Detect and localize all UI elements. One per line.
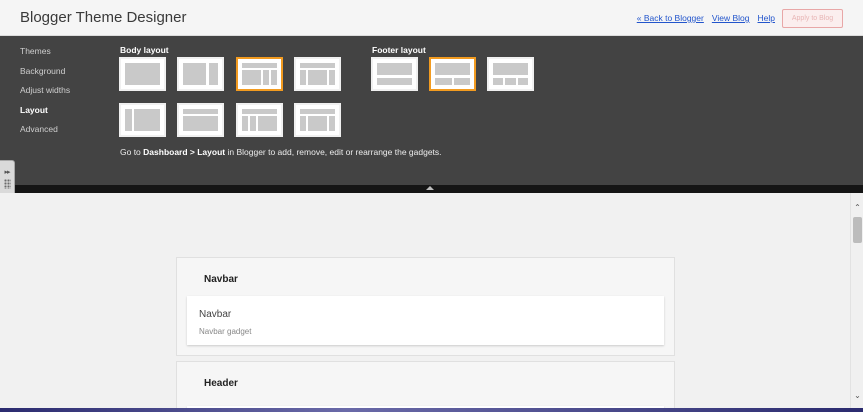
navbar-gadget[interactable]: Navbar Navbar gadget: [187, 296, 664, 345]
layout-block: [242, 116, 248, 131]
footer-layout-option-1[interactable]: [371, 57, 418, 91]
sidenav-item-themes[interactable]: Themes: [20, 46, 70, 66]
layout-block: [134, 109, 160, 131]
sidenav-item-layout[interactable]: Layout: [20, 105, 70, 125]
header-section: Header: [176, 361, 675, 412]
layout-block: [377, 63, 412, 75]
designer-panel: Themes Background Adjust widths Layout A…: [0, 36, 863, 185]
layout-block: [263, 70, 269, 85]
scroll-down-icon[interactable]: ⌄: [853, 391, 862, 400]
scrollbar-thumb[interactable]: [853, 217, 862, 243]
scroll-up-icon[interactable]: ⌃: [853, 203, 862, 212]
body-layout-option-6[interactable]: [177, 103, 224, 137]
designer-sidenav: Themes Background Adjust widths Layout A…: [20, 46, 70, 144]
layout-block: [183, 63, 206, 85]
preview-scrollbar[interactable]: ⌃ ⌄: [850, 193, 863, 412]
layout-block: [308, 70, 327, 85]
footer-layout-label: Footer layout: [372, 45, 426, 55]
layout-block: [505, 78, 516, 85]
layout-block: [329, 116, 335, 131]
view-blog-link[interactable]: View Blog: [712, 13, 750, 23]
layout-block: [125, 63, 160, 85]
body-layout-option-1[interactable]: [119, 57, 166, 91]
help-link[interactable]: Help: [758, 13, 775, 23]
gadget-title: Navbar: [199, 309, 232, 320]
app-title: Blogger Theme Designer: [20, 9, 187, 26]
body-layout-option-3[interactable]: [236, 57, 283, 91]
layout-block: [435, 63, 470, 75]
body-layout-option-7[interactable]: [236, 103, 283, 137]
layout-block: [242, 63, 277, 68]
body-layout-label: Body layout: [120, 45, 169, 55]
footer-layout-option-3[interactable]: [487, 57, 534, 91]
layout-block: [300, 63, 335, 68]
layout-block: [308, 116, 327, 131]
navbar-section: Navbar Navbar Navbar gadget: [176, 257, 675, 356]
layout-block: [493, 78, 503, 85]
apply-to-blog-button[interactable]: Apply to Blog: [782, 9, 843, 28]
sidenav-item-background[interactable]: Background: [20, 66, 70, 86]
body-layout-option-5[interactable]: [119, 103, 166, 137]
collapse-caret-icon[interactable]: [426, 186, 434, 190]
layout-block: [377, 78, 412, 85]
layout-block: [125, 109, 132, 131]
section-title: Navbar: [204, 274, 238, 285]
layout-block: [242, 70, 261, 85]
layout-block: [454, 78, 470, 85]
footer-layout-option-2[interactable]: [429, 57, 476, 91]
gadget-subtitle: Navbar gadget: [199, 327, 252, 336]
layout-block: [435, 78, 452, 85]
layout-block: [183, 116, 218, 131]
top-bar: Blogger Theme Designer « Back to Blogger…: [0, 0, 863, 36]
body-layout-option-4[interactable]: [294, 57, 341, 91]
body-layout-option-8[interactable]: [294, 103, 341, 137]
layout-block: [493, 63, 528, 75]
help-text-dashboard-layout: Dashboard > Layout: [143, 147, 226, 157]
layout-block: [271, 70, 277, 85]
taskbar-edge: [0, 408, 863, 412]
layout-block: [300, 70, 306, 85]
layout-block: [300, 116, 306, 131]
layout-block: [183, 109, 218, 114]
layout-block: [258, 116, 277, 131]
help-text-prefix: Go to: [120, 147, 144, 157]
layout-block: [250, 116, 256, 131]
layout-block: [209, 63, 218, 85]
layout-block: [242, 109, 277, 114]
double-chevron-right-icon: ▸▸: [4, 169, 10, 176]
section-title: Header: [204, 378, 238, 389]
back-to-blogger-link[interactable]: « Back to Blogger: [637, 13, 704, 23]
top-links: « Back to Blogger View Blog Help: [637, 13, 775, 23]
body-layout-option-2[interactable]: [177, 57, 224, 91]
sidenav-item-advanced[interactable]: Advanced: [20, 124, 70, 144]
layout-block: [518, 78, 528, 85]
sidenav-item-adjust-widths[interactable]: Adjust widths: [20, 85, 70, 105]
layout-block: [300, 109, 335, 114]
grip-icon: [3, 179, 11, 189]
help-text-suffix: in Blogger to add, remove, edit or rearr…: [225, 147, 442, 157]
blog-preview: Navbar Navbar Navbar gadget Header: [0, 193, 850, 412]
layout-help-text: Go to Dashboard > Layout in Blogger to a…: [120, 147, 442, 157]
layout-block: [329, 70, 335, 85]
